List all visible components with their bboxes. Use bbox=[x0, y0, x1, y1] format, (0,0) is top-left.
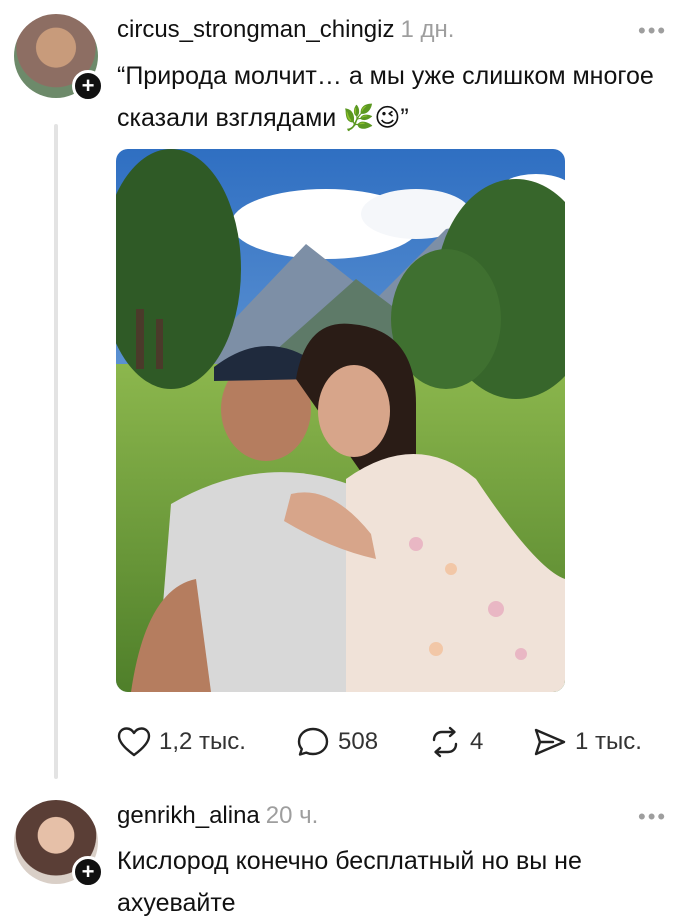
post-photo[interactable] bbox=[116, 149, 565, 692]
thread-line bbox=[54, 124, 58, 779]
photo-image bbox=[116, 149, 565, 692]
like-button[interactable]: 1,2 тыс. bbox=[117, 726, 246, 758]
more-options-icon[interactable]: ••• bbox=[638, 18, 667, 44]
plus-icon: + bbox=[81, 859, 95, 884]
timestamp: 1 дн. bbox=[400, 16, 455, 43]
post-text: “Природа молчит… а мы уже слишком многое… bbox=[117, 62, 654, 132]
comment-button[interactable]: 508 bbox=[296, 726, 378, 758]
plus-icon: + bbox=[81, 73, 95, 98]
comment-bubble-icon bbox=[297, 727, 329, 756]
post-header: circus_strongman_chingiz 1 дн. bbox=[117, 16, 454, 44]
send-icon bbox=[534, 728, 566, 756]
comment-count: 508 bbox=[338, 728, 379, 755]
repost-icon bbox=[432, 726, 458, 758]
timestamp: 20 ч. bbox=[265, 802, 319, 829]
more-options-icon[interactable]: ••• bbox=[638, 804, 667, 830]
repost-count: 4 bbox=[470, 728, 484, 755]
repost-button[interactable]: 4 bbox=[428, 726, 483, 758]
like-count: 1,2 тыс. bbox=[159, 728, 246, 755]
post-header: genrikh_alina 20 ч. bbox=[117, 802, 318, 830]
follow-button[interactable]: + bbox=[72, 856, 104, 888]
share-button[interactable]: 1 тыс. bbox=[533, 726, 642, 758]
username[interactable]: genrikh_alina bbox=[117, 802, 260, 829]
post-text: Кислород конечно бесплатный но вы не аху… bbox=[117, 847, 582, 917]
username[interactable]: circus_strongman_chingiz bbox=[117, 16, 394, 43]
follow-button[interactable]: + bbox=[72, 70, 104, 102]
heart-icon bbox=[117, 727, 151, 757]
share-count: 1 тыс. bbox=[575, 728, 642, 755]
